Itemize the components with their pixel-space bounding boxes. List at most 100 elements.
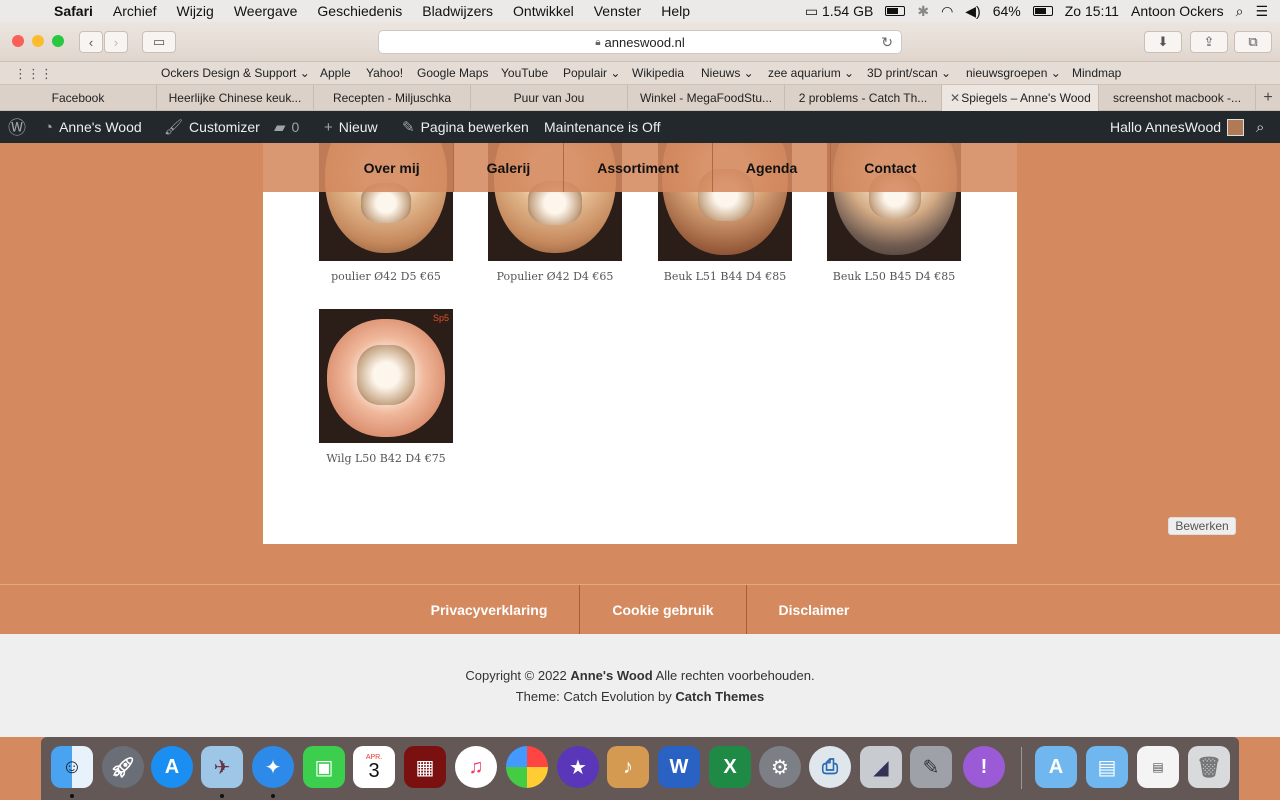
menu-ontwikkel[interactable]: Ontwikkel — [513, 3, 574, 19]
footer-disclaimer[interactable]: Disclaimer — [747, 585, 882, 634]
menu-archief[interactable]: Archief — [113, 3, 157, 19]
address-bar[interactable]: 🔒︎ anneswood.nl ↻ — [378, 30, 902, 54]
wp-comments[interactable]: ▰ 0 — [274, 111, 299, 143]
tab-chinese-keuken[interactable]: Heerlijke Chinese keuk... — [157, 85, 314, 111]
wp-site-name[interactable]: ◔ Anne's Wood — [44, 111, 142, 143]
bookmark-wikipedia[interactable]: Wikipedia — [632, 66, 684, 80]
wp-new[interactable]: + Nieuw — [324, 111, 378, 143]
downloads-button[interactable]: ⬇ — [1144, 31, 1182, 53]
trash-icon[interactable]: 🗑︎ — [1188, 746, 1230, 788]
battery-icon[interactable] — [885, 6, 906, 16]
messages-icon[interactable]: ▣ — [303, 746, 345, 788]
menu-bladwijzers[interactable]: Bladwijzers — [422, 3, 493, 19]
excel-icon[interactable]: X — [709, 746, 751, 788]
wp-customizer[interactable]: 🖌︎ Customizer — [164, 111, 260, 143]
close-window-button[interactable] — [12, 35, 24, 47]
app-store-icon[interactable]: A — [151, 746, 193, 788]
wp-search[interactable]: ⌕ — [1256, 111, 1270, 143]
file-icon[interactable]: ▤ — [1137, 746, 1179, 788]
itunes-icon[interactable]: ♫ — [455, 746, 497, 788]
nav-assortiment[interactable]: Assortiment — [564, 143, 713, 192]
back-button[interactable]: ‹ — [79, 31, 103, 53]
bookmark-nieuwsgroepen[interactable]: nieuwsgroepen ⌄ — [966, 66, 1061, 80]
battery-percentage[interactable]: 64% — [993, 3, 1021, 19]
menu-venster[interactable]: Venster — [594, 3, 641, 19]
bookmark-google-maps[interactable]: Google Maps — [417, 66, 488, 80]
tab-recepten[interactable]: Recepten - Miljuschka — [314, 85, 471, 111]
photos-icon[interactable] — [506, 746, 548, 788]
tab-screenshot-macbook[interactable]: screenshot macbook -... — [1099, 85, 1256, 111]
word-icon[interactable]: W — [658, 746, 700, 788]
bookmark-zee-aquarium[interactable]: zee aquarium ⌄ — [768, 66, 854, 80]
wp-edit-page[interactable]: ✎ Pagina bewerken — [402, 111, 529, 143]
wordpress-logo-button[interactable]: Ⓦ — [8, 111, 32, 143]
nav-over-mij[interactable]: Over mij — [331, 143, 454, 192]
menu-wijzig[interactable]: Wijzig — [177, 3, 214, 19]
reload-icon[interactable]: ↻ — [881, 34, 893, 51]
volume-icon[interactable]: ◀) — [965, 3, 980, 20]
bookmark-apple[interactable]: Apple — [320, 66, 351, 80]
dashboard-icon: ◔ — [44, 118, 54, 136]
bookmark-populair[interactable]: Populair ⌄ — [563, 66, 620, 80]
footer-privacy[interactable]: Privacyverklaring — [399, 585, 581, 634]
footer-cookies[interactable]: Cookie gebruik — [580, 585, 747, 634]
tab-winkel[interactable]: Winkel - MegaFoodStu... — [628, 85, 785, 111]
tab-label: Puur van Jou — [513, 91, 585, 105]
minimize-window-button[interactable] — [32, 35, 44, 47]
bluetooth-icon[interactable]: ✱ — [917, 3, 929, 20]
share-button[interactable]: ⇪ — [1190, 31, 1228, 53]
menu-help[interactable]: Help — [661, 3, 690, 19]
clock[interactable]: Zo 15:11 — [1065, 3, 1119, 19]
nav-agenda[interactable]: Agenda — [713, 143, 832, 192]
zoom-window-button[interactable] — [52, 35, 64, 47]
tab-puur-van-jou[interactable]: Puur van Jou — [471, 85, 628, 111]
bookmark-yahoo[interactable]: Yahoo! — [366, 66, 403, 80]
top-sites-icon[interactable]: ⋮⋮⋮ — [14, 66, 53, 82]
preview-icon[interactable]: ✈ — [201, 746, 243, 788]
notification-center-icon[interactable]: ☰ — [1255, 3, 1268, 20]
tab-2-problems[interactable]: 2 problems - Catch Th... — [785, 85, 942, 111]
nav-galerij[interactable]: Galerij — [454, 143, 565, 192]
wp-maintenance[interactable]: Maintenance is Off — [544, 111, 660, 143]
menu-geschiedenis[interactable]: Geschiedenis — [317, 3, 402, 19]
feedback-icon[interactable]: ! — [963, 746, 1005, 788]
imovie-icon[interactable]: ★ — [557, 746, 599, 788]
system-preferences-icon[interactable]: ⚙ — [759, 746, 801, 788]
applications-folder-icon[interactable]: A — [1035, 746, 1077, 788]
safari-icon[interactable]: ✦ — [252, 746, 294, 788]
edit-button[interactable]: Bewerken — [1168, 517, 1236, 535]
memory-indicator[interactable]: ▭ 1.54 GB — [805, 3, 874, 20]
launchpad-icon[interactable]: 🚀︎ — [102, 746, 144, 788]
finder-icon[interactable]: ☺ — [51, 746, 93, 788]
spotlight-icon[interactable]: ⌕ — [1236, 3, 1244, 20]
user-name[interactable]: Antoon Ockers — [1131, 3, 1224, 19]
new-tab-button[interactable]: + — [1256, 85, 1280, 111]
bookmark-ockers[interactable]: Ockers Design & Support ⌄ — [161, 66, 310, 80]
photo-booth-icon[interactable]: ▦ — [404, 746, 446, 788]
calendar-icon[interactable]: APR. 3 — [353, 746, 395, 788]
copyright-site-link[interactable]: Anne's Wood — [570, 668, 652, 683]
bookmark-mindmap[interactable]: Mindmap — [1072, 66, 1121, 80]
garageband-icon[interactable]: ♪ — [607, 746, 649, 788]
menu-safari[interactable]: Safari — [54, 3, 93, 19]
sidebar-button[interactable]: ▭ — [142, 31, 176, 53]
printer-icon[interactable]: ⎙ — [809, 746, 851, 788]
close-tab-icon[interactable]: ✕ — [950, 91, 960, 105]
tab-facebook[interactable]: Facebook — [0, 85, 157, 111]
documents-folder-icon[interactable]: ▤ — [1086, 746, 1128, 788]
theme-author-link[interactable]: Catch Themes — [675, 689, 764, 704]
wp-my-account[interactable]: Hallo AnnesWood — [1110, 111, 1245, 143]
bookmark-nieuws[interactable]: Nieuws ⌄ — [701, 66, 754, 80]
tab-spiegels[interactable]: ✕ Spiegels – Anne's Wood — [942, 85, 1099, 111]
url-text: anneswood.nl — [604, 34, 685, 50]
nav-contact[interactable]: Contact — [831, 143, 949, 192]
wifi-icon[interactable]: ◠ — [941, 3, 953, 20]
bookmark-3d-print[interactable]: 3D print/scan ⌄ — [867, 66, 951, 80]
forward-button[interactable]: › — [104, 31, 128, 53]
grapher-icon[interactable]: ◢ — [860, 746, 902, 788]
utility-icon[interactable]: ✎ — [910, 746, 952, 788]
tab-overview-button[interactable]: ⧉ — [1234, 31, 1272, 53]
gallery-image[interactable]: Sp5 — [319, 309, 453, 443]
bookmark-youtube[interactable]: YouTube — [501, 66, 548, 80]
menu-weergave[interactable]: Weergave — [234, 3, 298, 19]
